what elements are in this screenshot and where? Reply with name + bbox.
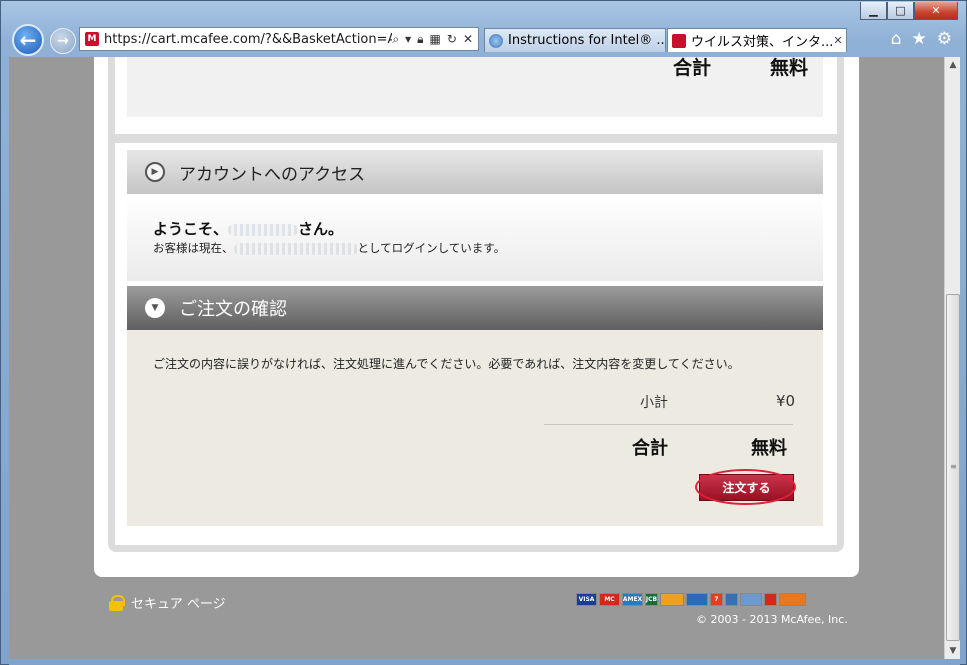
scroll-down-arrow-icon[interactable]: ▼ — [945, 643, 961, 659]
tab-label: ウイルス対策、インタ... — [691, 35, 834, 50]
confirm-message: ご注文の内容に誤りがなければ、注文処理に進んでください。必要であれば、注文内容を… — [153, 357, 740, 371]
mcafee-tab-icon — [672, 33, 686, 48]
back-arrow-icon: ← — [19, 28, 37, 52]
scroll-up-arrow-icon[interactable]: ▲ — [945, 57, 961, 73]
total-value: 無料 — [770, 57, 809, 79]
payment-card-logo: JCB — [645, 593, 658, 606]
total-value: 無料 — [751, 438, 787, 459]
login-prefix: お客様は現在、 — [153, 241, 234, 255]
copyright: © 2003 - 2013 McAfee, Inc. — [696, 613, 848, 626]
browser-command-icons: ⌂ ★ ⚙ — [891, 29, 952, 49]
payment-card-logo — [779, 593, 806, 606]
tab-mcafee[interactable]: ウイルス対策、インタ... ✕ — [667, 28, 847, 52]
page-viewport: 合計 無料 ▶ アカウントへのアクセス ようこそ、 さん。 お客様は現在、 とし… — [9, 57, 944, 659]
address-bar[interactable]: M https://cart.mcafee.com/?&&BasketActio… — [79, 27, 479, 51]
payment-card-logo — [740, 593, 762, 606]
order-confirm-title: ご注文の確認 — [179, 299, 287, 320]
order-confirm-header[interactable]: ▼ ご注文の確認 — [127, 286, 823, 330]
search-icon[interactable]: ⌕ — [392, 32, 399, 47]
browser-toolbar: ← → M https://cart.mcafee.com/?&&BasketA… — [1, 21, 966, 57]
total-label: 合計 — [673, 57, 712, 79]
cart-panel: 合計 無料 ▶ アカウントへのアクセス ようこそ、 さん。 お客様は現在、 とし… — [94, 57, 859, 577]
favorites-star-icon[interactable]: ★ — [912, 29, 927, 49]
order-summary: 合計 無料 — [127, 57, 823, 117]
back-button[interactable]: ← — [12, 24, 44, 56]
welcome-prefix: ようこそ、 — [153, 220, 229, 238]
redacted-username — [228, 223, 299, 236]
login-status: お客様は現在、 としてログインしています。 — [153, 240, 505, 256]
forward-button[interactable]: → — [50, 28, 76, 54]
browser-window: ▁ □ ✕ ← → M https://cart.mcafee.com/?&&B… — [0, 0, 967, 665]
divider — [544, 424, 793, 425]
expand-arrow-icon: ▶ — [145, 162, 165, 182]
stop-icon[interactable]: ✕ — [463, 32, 473, 47]
vertical-scrollbar[interactable]: ▲ ≡ ▼ — [944, 57, 960, 659]
redacted-email — [233, 242, 358, 255]
login-suffix: としてログインしています。 — [357, 241, 506, 255]
address-bar-controls: ⌕ ▾ 🔒︎ ▦ ↻ ✕ — [392, 32, 478, 47]
forward-arrow-icon: → — [57, 33, 69, 49]
payment-card-logo: 7 — [710, 593, 723, 606]
account-section-title: アカウントへのアクセス — [179, 164, 366, 185]
payment-card-logo — [764, 593, 777, 606]
payment-card-logo: VISA — [576, 593, 597, 606]
welcome-message: ようこそ、 さん。 — [153, 218, 343, 239]
payment-card-logo — [660, 593, 684, 606]
home-icon[interactable]: ⌂ — [891, 29, 902, 49]
settings-gear-icon[interactable]: ⚙ — [937, 29, 952, 49]
mcafee-favicon-icon: M — [85, 32, 99, 46]
secure-page-label: セキュア ページ — [131, 597, 226, 612]
place-order-button[interactable]: 注文する — [699, 474, 794, 501]
secure-page-indicator: セキュア ページ — [109, 593, 226, 612]
dropdown-icon[interactable]: ▾ — [405, 32, 411, 47]
payment-card-logo — [725, 593, 738, 606]
padlock-icon — [109, 594, 125, 611]
compatibility-icon[interactable]: ▦ — [430, 32, 441, 47]
refresh-icon[interactable]: ↻ — [447, 32, 457, 47]
welcome-suffix: さん。 — [298, 220, 344, 238]
payment-card-logos: VISA MC AMEX JCB 7 — [576, 593, 806, 606]
checkout-box: ▶ アカウントへのアクセス ようこそ、 さん。 お客様は現在、 としてログインしてい… — [115, 143, 837, 545]
close-tab-icon[interactable]: ✕ — [833, 34, 842, 47]
tab-label: Instructions for Intel® ... — [508, 33, 666, 48]
subtotal-value: ¥0 — [776, 392, 796, 410]
account-info: ようこそ、 さん。 お客様は現在、 としてログインしています。 — [127, 194, 823, 281]
lock-icon[interactable]: 🔒︎ — [417, 32, 423, 47]
cart-inner: 合計 無料 ▶ アカウントへのアクセス ようこそ、 さん。 お客様は現在、 とし… — [108, 57, 844, 552]
maximize-button[interactable]: □ — [887, 2, 914, 20]
grip-icon: ≡ — [950, 462, 957, 471]
close-window-button[interactable]: ✕ — [914, 2, 958, 20]
total-label: 合計 — [632, 438, 668, 459]
previous-summary-box: 合計 無料 — [115, 57, 837, 134]
account-section-header[interactable]: ▶ アカウントへのアクセス — [127, 150, 823, 194]
ie-page-icon — [489, 33, 503, 48]
payment-card-logo: AMEX — [622, 593, 643, 606]
subtotal-label: 小計 — [640, 395, 668, 411]
minimize-button[interactable]: ▁ — [860, 2, 887, 20]
url-text[interactable]: https://cart.mcafee.com/?&&BasketAction=… — [104, 32, 392, 47]
window-controls: ▁ □ ✕ — [860, 2, 958, 20]
tab-intel-instructions[interactable]: Instructions for Intel® ... — [484, 28, 666, 52]
window-bottom-edge — [9, 659, 960, 665]
order-confirm-body: ご注文の内容に誤りがなければ、注文処理に進んでください。必要であれば、注文内容を… — [127, 330, 823, 526]
collapse-arrow-icon: ▼ — [145, 298, 165, 318]
payment-card-logo — [686, 593, 708, 606]
scroll-thumb[interactable]: ≡ — [946, 294, 960, 641]
payment-card-logo: MC — [599, 593, 620, 606]
